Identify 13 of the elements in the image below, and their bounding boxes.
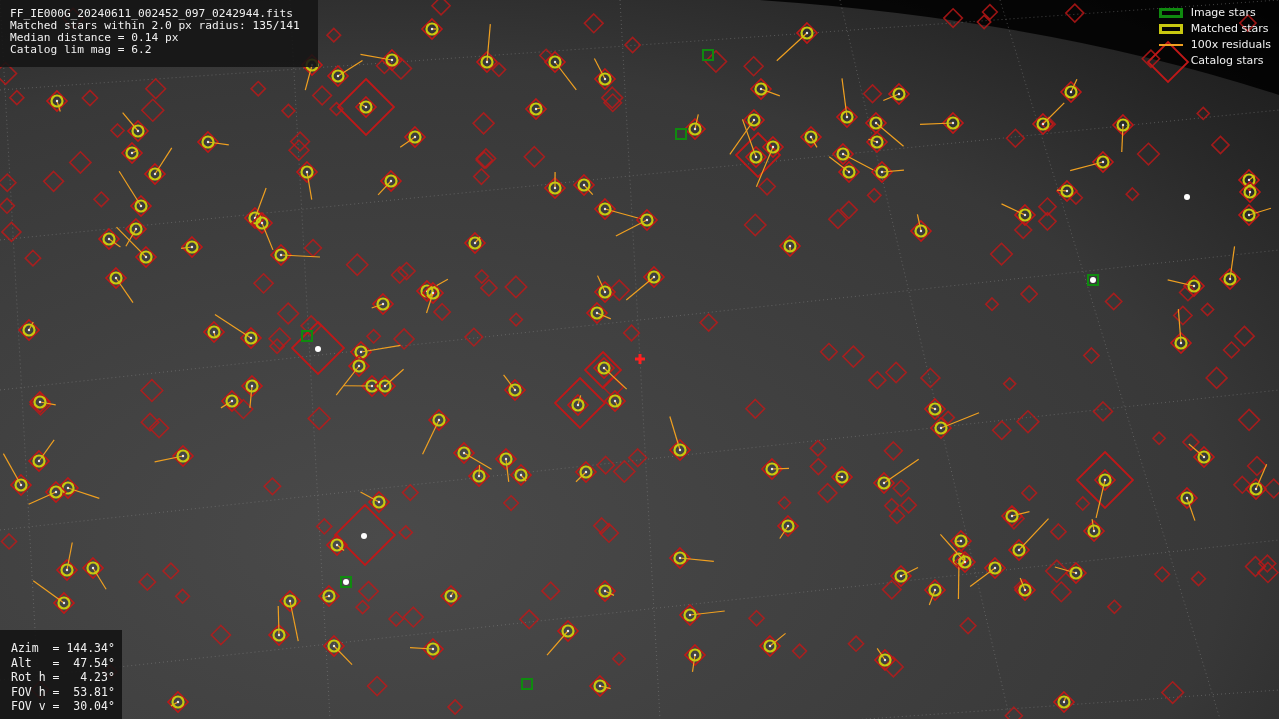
info-line: Catalog lim mag = 6.2	[10, 44, 152, 56]
info-line: Matched stars within 2.0 px radius: 135/141	[10, 20, 300, 32]
info-line: Alt = 47.54°	[11, 655, 115, 671]
info-line: FOV v = 30.04°	[11, 699, 115, 714]
info-line: Azim = 144.34°	[11, 641, 115, 656]
legend-label: 100x residuals	[1190, 36, 1271, 53]
legend-label: Catalog stars	[1190, 52, 1264, 69]
info-line: FF_IE000G_20240611_002452_097_0242944.fits	[10, 8, 293, 20]
info-line: Rot h = 4.23°	[11, 670, 115, 685]
legend-label: Matched stars	[1190, 20, 1269, 37]
info-line: Median distance = 0.14 px	[10, 32, 179, 44]
info-line: FOV h = 53.81°	[11, 684, 115, 700]
legend-label: Image stars	[1190, 4, 1256, 21]
